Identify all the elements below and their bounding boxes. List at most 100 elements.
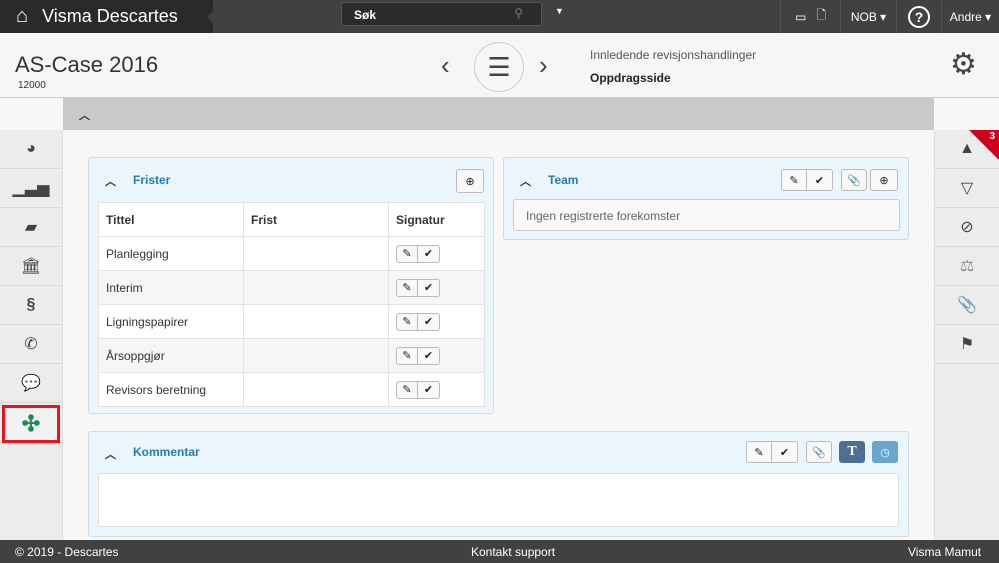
title-cell: Årsoppgjør [98,338,244,373]
previous-arrow-icon[interactable]: ‹ [441,50,450,81]
comment-textarea[interactable] [98,473,899,527]
title-cell: Ligningspapirer [98,304,244,339]
deadline-cell[interactable] [243,304,389,339]
panel-title: Team [548,173,579,187]
signature-cell: ✎ ✔ [388,338,485,373]
menu-icon: ☰ [487,51,511,82]
title-cell: Interim [98,270,244,305]
sign-edit-button[interactable]: ✎ [396,380,418,399]
title-cell: Revisors beretning [98,372,244,407]
sign-edit-button[interactable]: ✎ [396,346,418,365]
deadline-cell[interactable] [243,236,389,271]
add-button[interactable]: ⊕ [456,169,484,193]
flag-icon[interactable]: ⚑ [935,325,999,364]
kommentar-panel: ︿ Kommentar ✎ ✔ 📎 T ◷ [88,431,909,537]
add-button[interactable]: ⊕ [870,169,898,191]
column-header: Signatur [388,202,485,237]
case-number: 12000 [18,80,46,91]
chevron-up-icon[interactable]: ︿ [105,173,116,189]
clock-button[interactable]: ◷ [872,441,898,463]
attachment-button[interactable]: 📎 [806,441,832,463]
check-button[interactable]: ✔ [772,441,798,463]
signature-cell: ✎ ✔ [388,372,485,407]
footer: © 2019 - Descartes Kontakt support Visma… [0,540,999,563]
paragraph-icon[interactable]: § [0,286,62,325]
panel-title: Kommentar [133,445,200,459]
signature-cell: ✎ ✔ [388,270,485,305]
language-dropdown[interactable]: NOB ▾ [840,0,896,33]
book-icon[interactable]: ▰ [0,208,62,247]
column-header: Frist [243,202,389,237]
signature-cell: ✎ ✔ [388,236,485,271]
scale-icon[interactable]: ⚖ [935,247,999,286]
collapse-bar: ︿ [63,98,934,130]
sign-check-button[interactable]: ✔ [418,346,440,365]
sign-edit-button[interactable]: ✎ [396,312,418,331]
table-row: Interim ✎ ✔ [98,270,485,305]
copyright: © 2019 - Descartes [15,545,119,559]
section-label: Innledende revisjonshandlinger [590,48,757,62]
filter-icon[interactable]: ▽ [935,169,999,208]
next-arrow-icon[interactable]: › [539,50,548,81]
search-input[interactable]: Søk ⚲ [341,2,542,26]
chevron-up-icon[interactable]: ︿ [520,173,531,189]
table-row: Planlegging ✎ ✔ [98,236,485,271]
column-header: Tittel [98,202,244,237]
text-format-button[interactable]: T [839,441,865,463]
team-panel: ︿ Team ✎ ✔ 📎 ⊕ Ingen registrerte forekoms… [503,157,909,240]
pie-chart-icon[interactable]: ◕ [0,130,62,169]
app-name: Visma Descartes [42,6,178,26]
sign-check-button[interactable]: ✔ [418,278,440,297]
empty-message: Ingen registrerte forekomster [513,199,900,231]
attachment-button[interactable]: 📎 [841,169,867,191]
sign-edit-button[interactable]: ✎ [396,278,418,297]
edit-button[interactable]: ✎ [746,441,772,463]
gear-icon[interactable]: ⚙ [950,47,977,82]
page-label: Oppdragsside [590,71,671,85]
ban-icon[interactable]: ⊘ [935,208,999,247]
edit-button[interactable]: ✎ [781,169,807,191]
brand[interactable]: ⌂ Visma Descartes [0,0,214,33]
title-cell: Planlegging [98,236,244,271]
company-name: Visma Mamut [908,545,982,559]
support-link[interactable]: Kontakt support [471,545,555,559]
phone-icon[interactable]: ✆ [0,325,62,364]
warning-count: 3 [989,131,995,142]
chevron-up-icon[interactable]: ︿ [79,107,90,123]
help-icon[interactable]: ? [896,0,941,33]
frister-table: Tittel Frist Signatur Planlegging ✎ ✔ Interim… [98,202,485,407]
table-row: Ligningspapirer ✎ ✔ [98,304,485,339]
page-title: AS-Case 2016 [15,52,159,77]
document-icon[interactable]: 🗋 [816,6,826,27]
deadline-cell[interactable] [243,270,389,305]
language-label: NOB [850,9,877,24]
chevron-up-icon[interactable]: ︿ [105,446,116,462]
check-button[interactable]: ✔ [807,169,833,191]
user-dropdown[interactable]: Andre ▾ [941,0,999,33]
table-row: Årsoppgjør ✎ ✔ [98,338,485,373]
sign-check-button[interactable]: ✔ [418,244,440,263]
deadline-cell[interactable] [243,338,389,373]
deadline-cell[interactable] [243,372,389,407]
inbox-icon[interactable]: ▭ [795,10,806,24]
sign-edit-button[interactable]: ✎ [396,244,418,263]
table-row: Revisors beretning ✎ ✔ [98,372,485,407]
menu-button[interactable]: ☰ [474,42,524,92]
search-icon: ⚲ [514,6,523,20]
search-dropdown-caret[interactable]: ▼ [555,6,564,16]
bank-icon[interactable]: 🏛 [0,247,62,286]
home-icon[interactable]: ⌂ [16,5,28,28]
sign-check-button[interactable]: ✔ [418,312,440,331]
descartes-logo-icon[interactable]: ✣ [2,405,60,443]
comments-icon[interactable]: 💬 [0,364,62,403]
paperclip-icon[interactable]: 📎 [935,286,999,325]
sign-check-button[interactable]: ✔ [418,380,440,399]
bar-chart-icon[interactable]: ▁▃▅ [0,169,62,208]
panel-title: Frister [133,173,171,187]
warning-icon[interactable]: ▲ 3 [935,130,999,169]
toolbar-icons: ▭ 🗋 [780,0,840,33]
signature-cell: ✎ ✔ [388,304,485,339]
page-header: AS-Case 2016 12000 ‹ ☰ › Innledende revi… [0,33,999,98]
frister-panel: ︿ Frister ⊕ Tittel Frist Signatur Planlegg… [88,157,494,414]
search-placeholder: Søk [354,8,377,22]
